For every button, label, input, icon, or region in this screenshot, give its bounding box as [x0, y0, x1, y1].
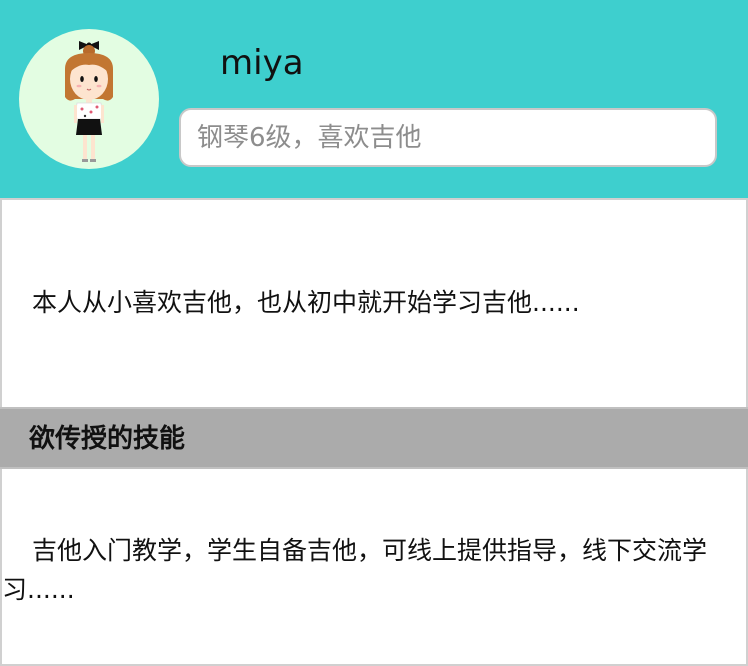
skills-section-header: 欲传授的技能 [0, 407, 748, 469]
bio-input[interactable] [179, 108, 717, 167]
skills-text[interactable]: 吉他入门教学，学生自备吉他，可线上提供指导，线下交流学习...... [2, 531, 746, 609]
profile-header: miya [0, 0, 748, 198]
intro-text[interactable]: 本人从小喜欢吉他，也从初中就开始学习吉他...... [32, 286, 580, 320]
skills-panel: 吉他入门教学，学生自备吉他，可线上提供指导，线下交流学习...... [0, 469, 748, 666]
profile-page: miya 本人从小喜欢吉他，也从初中就开始学习吉他...... 欲传授的技能 吉… [0, 0, 748, 666]
cartoon-girl-avatar-icon [65, 41, 113, 162]
intro-panel: 本人从小喜欢吉他，也从初中就开始学习吉他...... [0, 198, 748, 407]
username: miya [220, 43, 304, 83]
avatar[interactable] [19, 29, 159, 169]
section-title: 欲传授的技能 [29, 424, 186, 454]
